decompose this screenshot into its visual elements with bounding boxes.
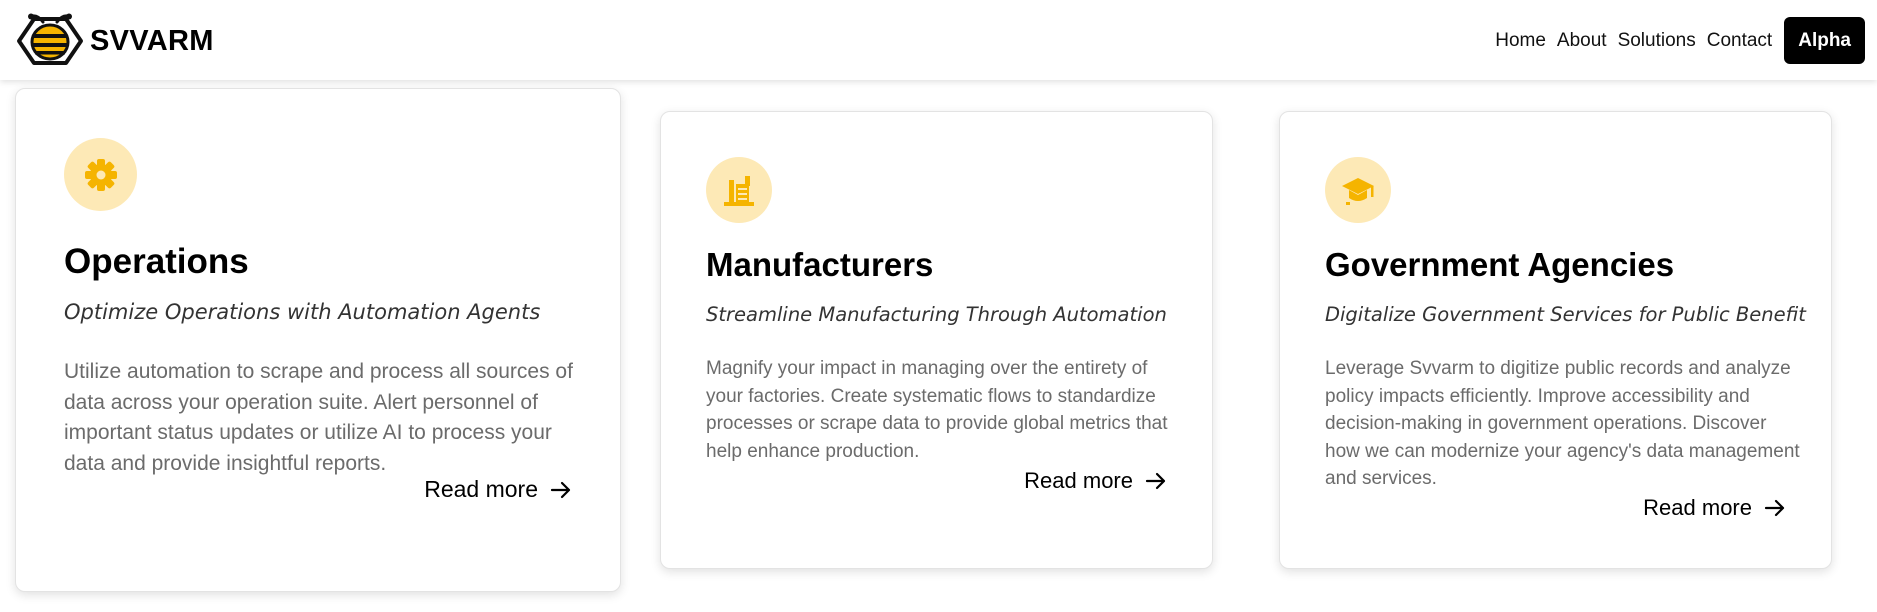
top-navbar: SVVARM Home About Solutions Contact Alph…: [0, 0, 1877, 80]
bee-icon: [17, 13, 83, 65]
card-title: Manufacturers: [706, 246, 934, 283]
read-more-label: Read more: [1024, 468, 1133, 493]
card-subtitle: Streamline Manufacturing Through Automat…: [706, 303, 1167, 326]
card-subtitle: Optimize Operations with Automation Agen…: [64, 300, 541, 324]
gear-icon: [84, 158, 117, 191]
alpha-button[interactable]: Alpha: [1784, 17, 1865, 64]
nav-link-contact[interactable]: Contact: [1707, 30, 1772, 52]
solution-card-government: Government Agencies Digitalize Governmen…: [1279, 111, 1832, 569]
card-icon-circle: [64, 138, 137, 211]
main-nav: Home About Solutions Contact Alpha: [1495, 17, 1865, 64]
card-description: Leverage Svvarm to digitize public recor…: [1325, 358, 1800, 489]
read-more-link[interactable]: Read more: [1643, 495, 1786, 521]
solution-card-manufacturers: Manufacturers Streamline Manufacturing T…: [660, 111, 1213, 569]
nav-link-solutions[interactable]: Solutions: [1618, 30, 1696, 52]
arrow-right-icon: [550, 480, 572, 500]
arrow-right-icon: [1764, 498, 1786, 518]
solution-card-operations: Operations Optimize Operations with Auto…: [15, 88, 621, 592]
card-icon-circle: [706, 157, 772, 223]
read-more-link[interactable]: Read more: [1024, 468, 1167, 494]
graduation-cap-icon: [1342, 178, 1374, 205]
card-subtitle: Digitalize Government Services for Publi…: [1325, 303, 1806, 326]
nav-link-about[interactable]: About: [1557, 30, 1607, 52]
read-more-label: Read more: [424, 476, 538, 502]
brand-link[interactable]: SVVARM: [14, 13, 214, 69]
card-description: Magnify your impact in managing over the…: [706, 358, 1168, 462]
nav-link-home[interactable]: Home: [1495, 30, 1546, 52]
factory-icon: [724, 176, 754, 206]
arrow-right-icon: [1145, 471, 1167, 491]
card-title: Operations: [64, 242, 249, 281]
card-title: Government Agencies: [1325, 246, 1675, 283]
card-icon-circle: [1325, 157, 1391, 223]
read-more-link[interactable]: Read more: [424, 476, 572, 503]
brand-name: SVVARM: [90, 24, 214, 57]
card-description: Utilize automation to scrape and process…: [64, 360, 573, 475]
read-more-label: Read more: [1643, 495, 1752, 520]
